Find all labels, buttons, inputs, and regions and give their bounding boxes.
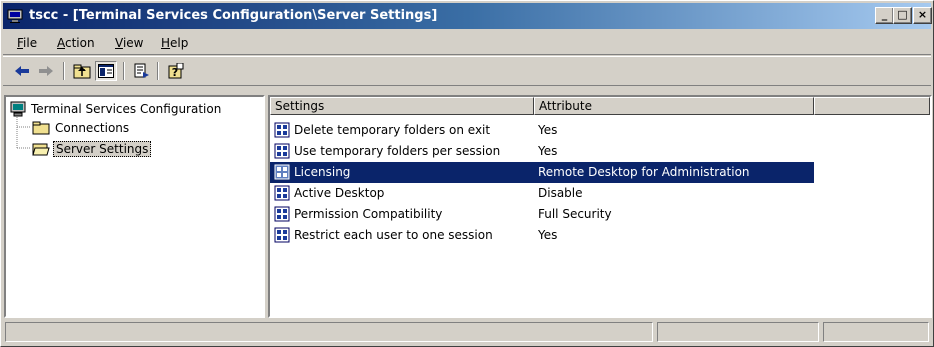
main-window: tscc - [Terminal Services Configuration\… — [0, 0, 934, 347]
export-list-icon — [134, 63, 149, 78]
status-bar — [3, 321, 931, 343]
settings-row[interactable]: Active Desktop Disable — [270, 183, 814, 204]
tree-item-label: Server Settings — [53, 140, 152, 157]
setting-attribute: Full Security — [538, 207, 612, 221]
up-one-level-button[interactable] — [71, 61, 93, 81]
setting-name: Active Desktop — [294, 186, 385, 200]
tree-connector-lines — [16, 117, 30, 149]
setting-name: Restrict each user to one session — [294, 228, 493, 242]
menu-action[interactable]: Action — [57, 36, 95, 50]
close-button[interactable]: × — [913, 7, 932, 24]
forward-arrow-icon — [39, 66, 53, 76]
title-bar[interactable]: tscc - [Terminal Services Configuration\… — [3, 3, 932, 29]
open-folder-icon — [32, 143, 50, 155]
setting-attribute: Yes — [538, 144, 558, 158]
window-title: tscc - [Terminal Services Configuration\… — [29, 8, 438, 23]
setting-attribute: Yes — [538, 228, 558, 242]
status-cell-main — [5, 322, 653, 342]
tree-item-label: Connections — [55, 120, 130, 135]
minimize-button[interactable]: _ — [875, 7, 894, 24]
column-header-settings[interactable]: Settings — [270, 97, 534, 115]
status-cell-2 — [657, 322, 819, 342]
forward-button[interactable] — [35, 61, 57, 81]
toolbar-separator — [123, 62, 125, 80]
setting-icon — [274, 143, 290, 159]
help-icon: ? — [168, 63, 184, 79]
status-cell-3 — [823, 322, 929, 342]
setting-icon — [274, 122, 290, 138]
tree-item-connections[interactable]: Connections — [32, 119, 131, 136]
export-list-button[interactable] — [131, 61, 153, 81]
up-folder-icon — [73, 64, 91, 79]
terminal-services-icon — [10, 101, 26, 116]
settings-list-pane[interactable]: Settings Attribute Delete temporary fold… — [268, 95, 932, 318]
settings-row[interactable]: Delete temporary folders on exit Yes — [270, 120, 814, 141]
help-button[interactable]: ? — [165, 61, 187, 81]
setting-attribute: Remote Desktop for Administration — [538, 165, 750, 179]
tree-pane[interactable]: Terminal Services Configuration Connecti… — [4, 95, 265, 318]
setting-name: Permission Compatibility — [294, 207, 443, 221]
column-header-empty[interactable] — [814, 97, 930, 115]
setting-icon — [274, 227, 290, 243]
tree-root-label: Terminal Services Configuration — [31, 101, 222, 116]
setting-attribute: Disable — [538, 186, 583, 200]
tree-root[interactable]: Terminal Services Configuration — [10, 100, 223, 117]
setting-name: Licensing — [294, 165, 351, 179]
tree-item-server-settings[interactable]: Server Settings — [32, 140, 152, 157]
app-icon — [7, 9, 23, 23]
settings-row[interactable]: Restrict each user to one session Yes — [270, 225, 814, 246]
setting-icon — [274, 185, 290, 201]
menu-view[interactable]: View — [115, 36, 143, 50]
menu-file[interactable]: File — [17, 36, 37, 50]
setting-name: Use temporary folders per session — [294, 144, 501, 158]
toolbar-separator — [63, 62, 65, 80]
toolbar: ? — [3, 56, 931, 86]
settings-row[interactable]: Permission Compatibility Full Security — [270, 204, 814, 225]
show-hide-tree-button[interactable] — [95, 61, 117, 81]
settings-row-selected[interactable]: Licensing Remote Desktop for Administrat… — [270, 162, 814, 183]
show-hide-tree-icon — [98, 64, 114, 78]
setting-name: Delete temporary folders on exit — [294, 123, 491, 137]
setting-icon — [274, 164, 290, 180]
setting-attribute: Yes — [538, 123, 558, 137]
setting-icon — [274, 206, 290, 222]
maximize-button[interactable]: □ — [893, 7, 912, 24]
menu-help[interactable]: Help — [161, 36, 188, 50]
back-button[interactable] — [11, 61, 33, 81]
column-header-attribute[interactable]: Attribute — [534, 97, 814, 115]
folder-icon — [32, 121, 50, 134]
menu-bar: File Action View Help — [3, 32, 931, 55]
settings-row[interactable]: Use temporary folders per session Yes — [270, 141, 814, 162]
toolbar-separator — [157, 62, 159, 80]
back-arrow-icon — [15, 66, 29, 76]
